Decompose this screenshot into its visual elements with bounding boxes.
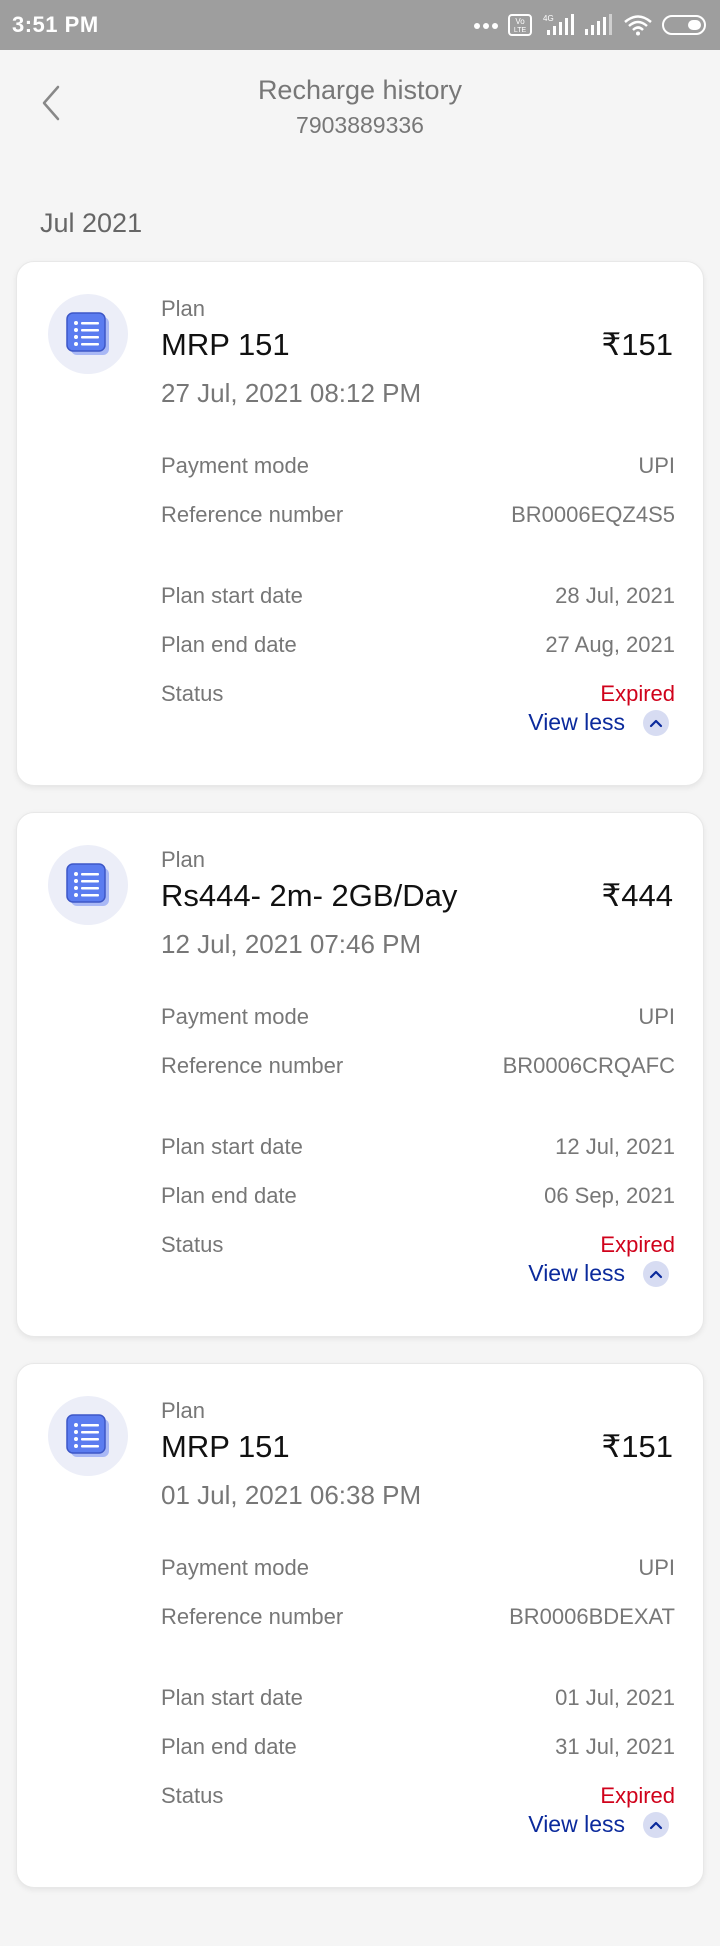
status-time: 3:51 PM <box>12 12 99 37</box>
reference-number-value: BR0006EQZ4S5 <box>511 502 675 527</box>
list-icon <box>66 312 109 355</box>
month-heading: Jul 2021 <box>40 208 143 238</box>
payment-mode-value: UPI <box>638 1555 675 1580</box>
view-less-label: View less <box>528 1811 625 1837</box>
payment-mode-value: UPI <box>638 453 675 478</box>
view-less-label: View less <box>528 1260 625 1286</box>
view-less-button[interactable]: View less <box>528 1260 669 1287</box>
plan-name: Rs444- 2m- 2GB/Day <box>161 878 458 913</box>
plan-price: ₹151 <box>601 1429 673 1464</box>
payment-mode-label: Payment mode <box>161 1004 309 1029</box>
view-less-button[interactable]: View less <box>528 709 669 736</box>
plan-start-date-label: Plan start date <box>161 1685 303 1710</box>
recharge-card: Plan MRP 151 ₹151 01 Jul, 2021 06:38 PM … <box>16 1363 704 1888</box>
plan-end-date-value: 06 Sep, 2021 <box>544 1183 675 1208</box>
status-label: Status <box>161 681 224 706</box>
volte-icon: Vo LTE <box>508 14 532 36</box>
plan-caption: Plan <box>161 847 206 872</box>
plan-end-date-label: Plan end date <box>161 1183 297 1208</box>
recharge-datetime: 27 Jul, 2021 08:12 PM <box>161 378 422 408</box>
reference-number-value: BR0006CRQAFC <box>502 1053 675 1078</box>
plan-start-date-value: 28 Jul, 2021 <box>555 583 675 608</box>
chevron-up-icon <box>643 709 669 736</box>
status-badge: Expired <box>600 1783 675 1808</box>
header: Recharge history 7903889336 <box>0 50 720 160</box>
status-label: Status <box>161 1232 224 1257</box>
plan-icon-badge <box>48 294 128 374</box>
view-less-label: View less <box>528 709 625 735</box>
plan-end-date-value: 27 Aug, 2021 <box>545 632 675 657</box>
plan-name: MRP 151 <box>161 327 290 362</box>
list-icon <box>66 1414 109 1457</box>
recharge-datetime: 01 Jul, 2021 06:38 PM <box>161 1480 422 1510</box>
page-title: Recharge history <box>257 75 463 105</box>
plan-price: ₹151 <box>601 327 673 362</box>
phone-number: 7903889336 <box>296 112 424 138</box>
battery-icon <box>662 15 706 35</box>
volte-text-bottom: LTE <box>514 27 527 34</box>
plan-start-date-value: 12 Jul, 2021 <box>555 1134 675 1159</box>
plan-start-date-label: Plan start date <box>161 583 303 608</box>
recharge-card: Plan MRP 151 ₹151 27 Jul, 2021 08:12 PM … <box>16 261 704 786</box>
volte-text-top: Vo <box>515 17 525 26</box>
wifi-icon <box>624 15 652 36</box>
plan-start-date-value: 01 Jul, 2021 <box>555 1685 675 1710</box>
plan-caption: Plan <box>161 1398 206 1423</box>
plan-caption: Plan <box>161 296 206 321</box>
plan-end-date-value: 31 Jul, 2021 <box>555 1734 675 1759</box>
status-icons: Vo LTE 4G <box>473 13 708 37</box>
chevron-up-icon <box>643 1811 669 1838</box>
status-label: Status <box>161 1783 224 1808</box>
status-bar: 3:51 PM Vo LTE 4G <box>0 0 720 50</box>
reference-number-label: Reference number <box>161 1053 344 1078</box>
plan-icon-badge <box>48 845 128 925</box>
payment-mode-label: Payment mode <box>161 1555 309 1580</box>
list-icon <box>66 863 109 906</box>
recharge-datetime: 12 Jul, 2021 07:46 PM <box>161 929 422 959</box>
recharge-card: Plan Rs444- 2m- 2GB/Day ₹444 12 Jul, 202… <box>16 812 704 1337</box>
status-badge: Expired <box>600 681 675 706</box>
plan-icon-badge <box>48 1396 128 1476</box>
reference-number-label: Reference number <box>161 1604 344 1629</box>
signal-4g-icon: 4G <box>543 14 574 35</box>
plan-end-date-label: Plan end date <box>161 1734 297 1759</box>
network-text: 4G <box>543 14 554 23</box>
plan-name: MRP 151 <box>161 1429 290 1464</box>
reference-number-value: BR0006BDEXAT <box>509 1604 675 1629</box>
view-less-button[interactable]: View less <box>528 1811 669 1838</box>
status-badge: Expired <box>600 1232 675 1257</box>
chevron-up-icon <box>643 1260 669 1287</box>
plan-price: ₹444 <box>601 878 673 913</box>
plan-start-date-label: Plan start date <box>161 1134 303 1159</box>
payment-mode-value: UPI <box>638 1004 675 1029</box>
reference-number-label: Reference number <box>161 502 344 527</box>
signal-icon <box>585 14 612 35</box>
recharge-list: Plan MRP 151 ₹151 27 Jul, 2021 08:12 PM … <box>16 261 704 1914</box>
payment-mode-label: Payment mode <box>161 453 309 478</box>
more-dots-icon <box>474 23 498 29</box>
plan-end-date-label: Plan end date <box>161 632 297 657</box>
